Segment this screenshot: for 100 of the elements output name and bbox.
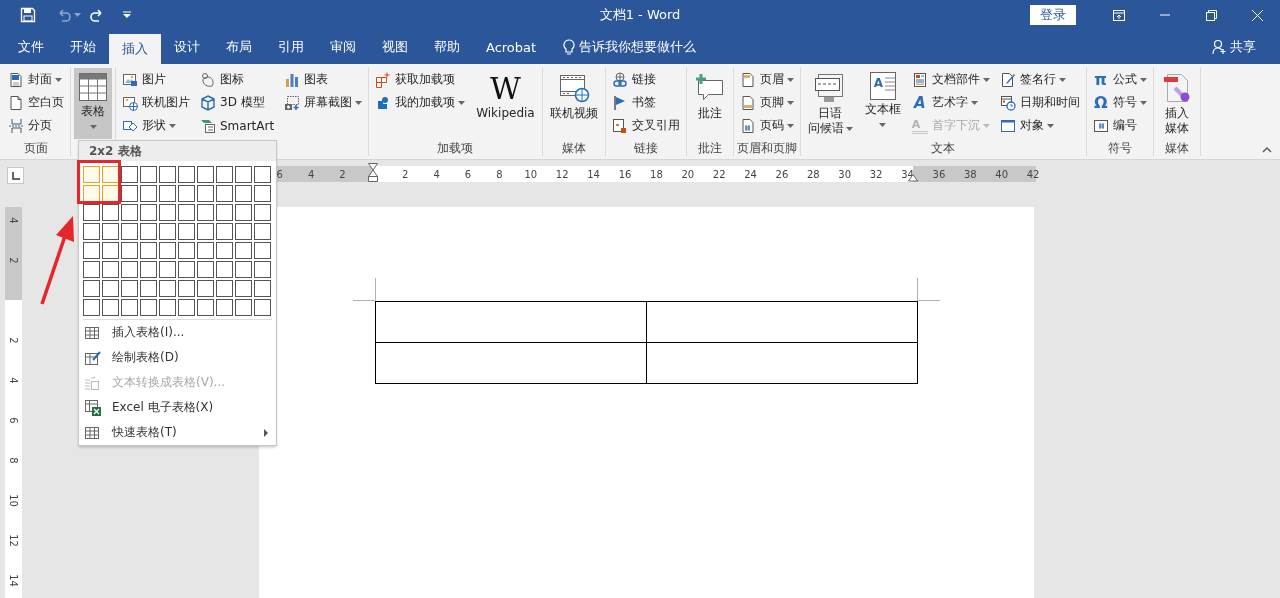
grid-cell[interactable] [121, 223, 138, 240]
ribbon-button[interactable]: 3D 模型 [197, 91, 278, 114]
ribbon-button[interactable]: 联机图片 [119, 91, 193, 114]
grid-cell[interactable] [178, 166, 195, 183]
grid-cell[interactable] [216, 261, 233, 278]
menu-item[interactable]: 插入表格(I)... [79, 320, 276, 345]
ribbon-button[interactable]: 插入媒体 [1156, 68, 1197, 139]
grid-cell[interactable] [235, 166, 252, 183]
grid-cell[interactable] [197, 166, 214, 183]
grid-cell[interactable] [159, 280, 176, 297]
save-button[interactable] [20, 7, 36, 23]
grid-cell[interactable] [235, 242, 252, 259]
ribbon-tab[interactable]: 开始 [57, 30, 109, 64]
grid-cell[interactable] [216, 280, 233, 297]
ribbon-tab[interactable]: 设计 [161, 30, 213, 64]
grid-cell[interactable] [159, 223, 176, 240]
ribbon-tab[interactable]: 帮助 [421, 30, 473, 64]
grid-cell[interactable] [121, 185, 138, 202]
grid-cell[interactable] [83, 166, 100, 183]
grid-cell[interactable] [197, 261, 214, 278]
grid-cell[interactable] [159, 242, 176, 259]
ribbon-button[interactable]: 页码 [736, 114, 797, 137]
ribbon-tab[interactable]: 布局 [213, 30, 265, 64]
grid-cell[interactable] [197, 299, 214, 316]
grid-cell[interactable] [216, 223, 233, 240]
menu-item[interactable]: 快速表格(T) [79, 420, 276, 445]
grid-cell[interactable] [140, 204, 157, 221]
ribbon-tab[interactable]: 视图 [369, 30, 421, 64]
grid-cell[interactable] [178, 185, 195, 202]
grid-cell[interactable] [254, 185, 271, 202]
tell-me-search[interactable]: 告诉我你想要做什么 [563, 30, 697, 64]
grid-cell[interactable] [121, 299, 138, 316]
ribbon-button[interactable]: 图片 [119, 68, 193, 91]
grid-cell[interactable] [83, 242, 100, 259]
grid-cell[interactable] [254, 299, 271, 316]
ribbon-button[interactable]: 表格 [74, 68, 112, 139]
grid-cell[interactable] [140, 280, 157, 297]
indent-marker[interactable] [368, 163, 378, 182]
login-button[interactable]: 登录 [1030, 5, 1076, 25]
ribbon-button[interactable]: A 艺术字 [908, 91, 993, 114]
ribbon-button[interactable]: 图表 [281, 68, 366, 91]
ribbon-button[interactable]: 页脚 [736, 91, 797, 114]
grid-cell[interactable] [235, 204, 252, 221]
ribbon-button[interactable]: 文档部件 [908, 68, 993, 91]
grid-cell[interactable] [178, 242, 195, 259]
grid-cell[interactable] [102, 299, 119, 316]
grid-cell[interactable] [83, 261, 100, 278]
grid-cell[interactable] [197, 280, 214, 297]
ribbon-button[interactable]: 日语问候语 [803, 68, 857, 139]
grid-cell[interactable] [178, 280, 195, 297]
ribbon-button[interactable]: 封面 [5, 68, 67, 91]
grid-cell[interactable] [140, 223, 157, 240]
grid-cell[interactable] [216, 242, 233, 259]
grid-cell[interactable] [121, 261, 138, 278]
grid-cell[interactable] [102, 280, 119, 297]
ribbon-button[interactable]: 书签 [608, 91, 683, 114]
ribbon-button[interactable]: A 文本框 [860, 68, 905, 139]
grid-cell[interactable] [178, 204, 195, 221]
grid-cell[interactable] [216, 204, 233, 221]
grid-cell[interactable] [216, 166, 233, 183]
grid-cell[interactable] [140, 185, 157, 202]
ribbon-button[interactable]: 链接 [608, 68, 683, 91]
grid-cell[interactable] [254, 242, 271, 259]
ribbon-button[interactable]: 空白页 [5, 91, 67, 114]
ribbon-button[interactable]: 屏幕截图 [281, 91, 366, 114]
ribbon-tab[interactable]: 引用 [265, 30, 317, 64]
grid-cell[interactable] [159, 204, 176, 221]
grid-cell[interactable] [254, 166, 271, 183]
grid-cell[interactable] [83, 299, 100, 316]
grid-cell[interactable] [235, 280, 252, 297]
menu-item[interactable]: Excel 电子表格(X) [79, 395, 276, 420]
grid-cell[interactable] [121, 242, 138, 259]
grid-cell[interactable] [159, 299, 176, 316]
grid-cell[interactable] [254, 280, 271, 297]
ribbon-button[interactable]: 日期和时间 [996, 91, 1083, 114]
grid-cell[interactable] [121, 166, 138, 183]
grid-cell[interactable] [83, 204, 100, 221]
ribbon-button[interactable]: 页眉 [736, 68, 797, 91]
ribbon-button[interactable]: π 公式 [1089, 68, 1150, 91]
grid-cell[interactable] [102, 223, 119, 240]
grid-cell[interactable] [254, 261, 271, 278]
ribbon-button[interactable]: Ω 符号 [1089, 91, 1150, 114]
ribbon-button[interactable]: 对象 [996, 114, 1083, 137]
grid-cell[interactable] [197, 242, 214, 259]
grid-cell[interactable] [83, 280, 100, 297]
tab-stop-selector[interactable] [7, 167, 24, 184]
ribbon-button[interactable]: 获取加载项 [372, 68, 469, 91]
grid-cell[interactable] [140, 242, 157, 259]
grid-cell[interactable] [102, 242, 119, 259]
grid-cell[interactable] [140, 299, 157, 316]
ribbon-button[interactable]: W Wikipedia [472, 68, 539, 139]
grid-cell[interactable] [235, 223, 252, 240]
grid-cell[interactable] [102, 261, 119, 278]
ribbon-tab[interactable]: 审阅 [317, 30, 369, 64]
grid-cell[interactable] [254, 204, 271, 221]
grid-cell[interactable] [178, 299, 195, 316]
undo-button[interactable] [56, 7, 81, 23]
ribbon-tab[interactable]: 文件 [5, 30, 57, 64]
grid-cell[interactable] [197, 204, 214, 221]
grid-cell[interactable] [102, 204, 119, 221]
